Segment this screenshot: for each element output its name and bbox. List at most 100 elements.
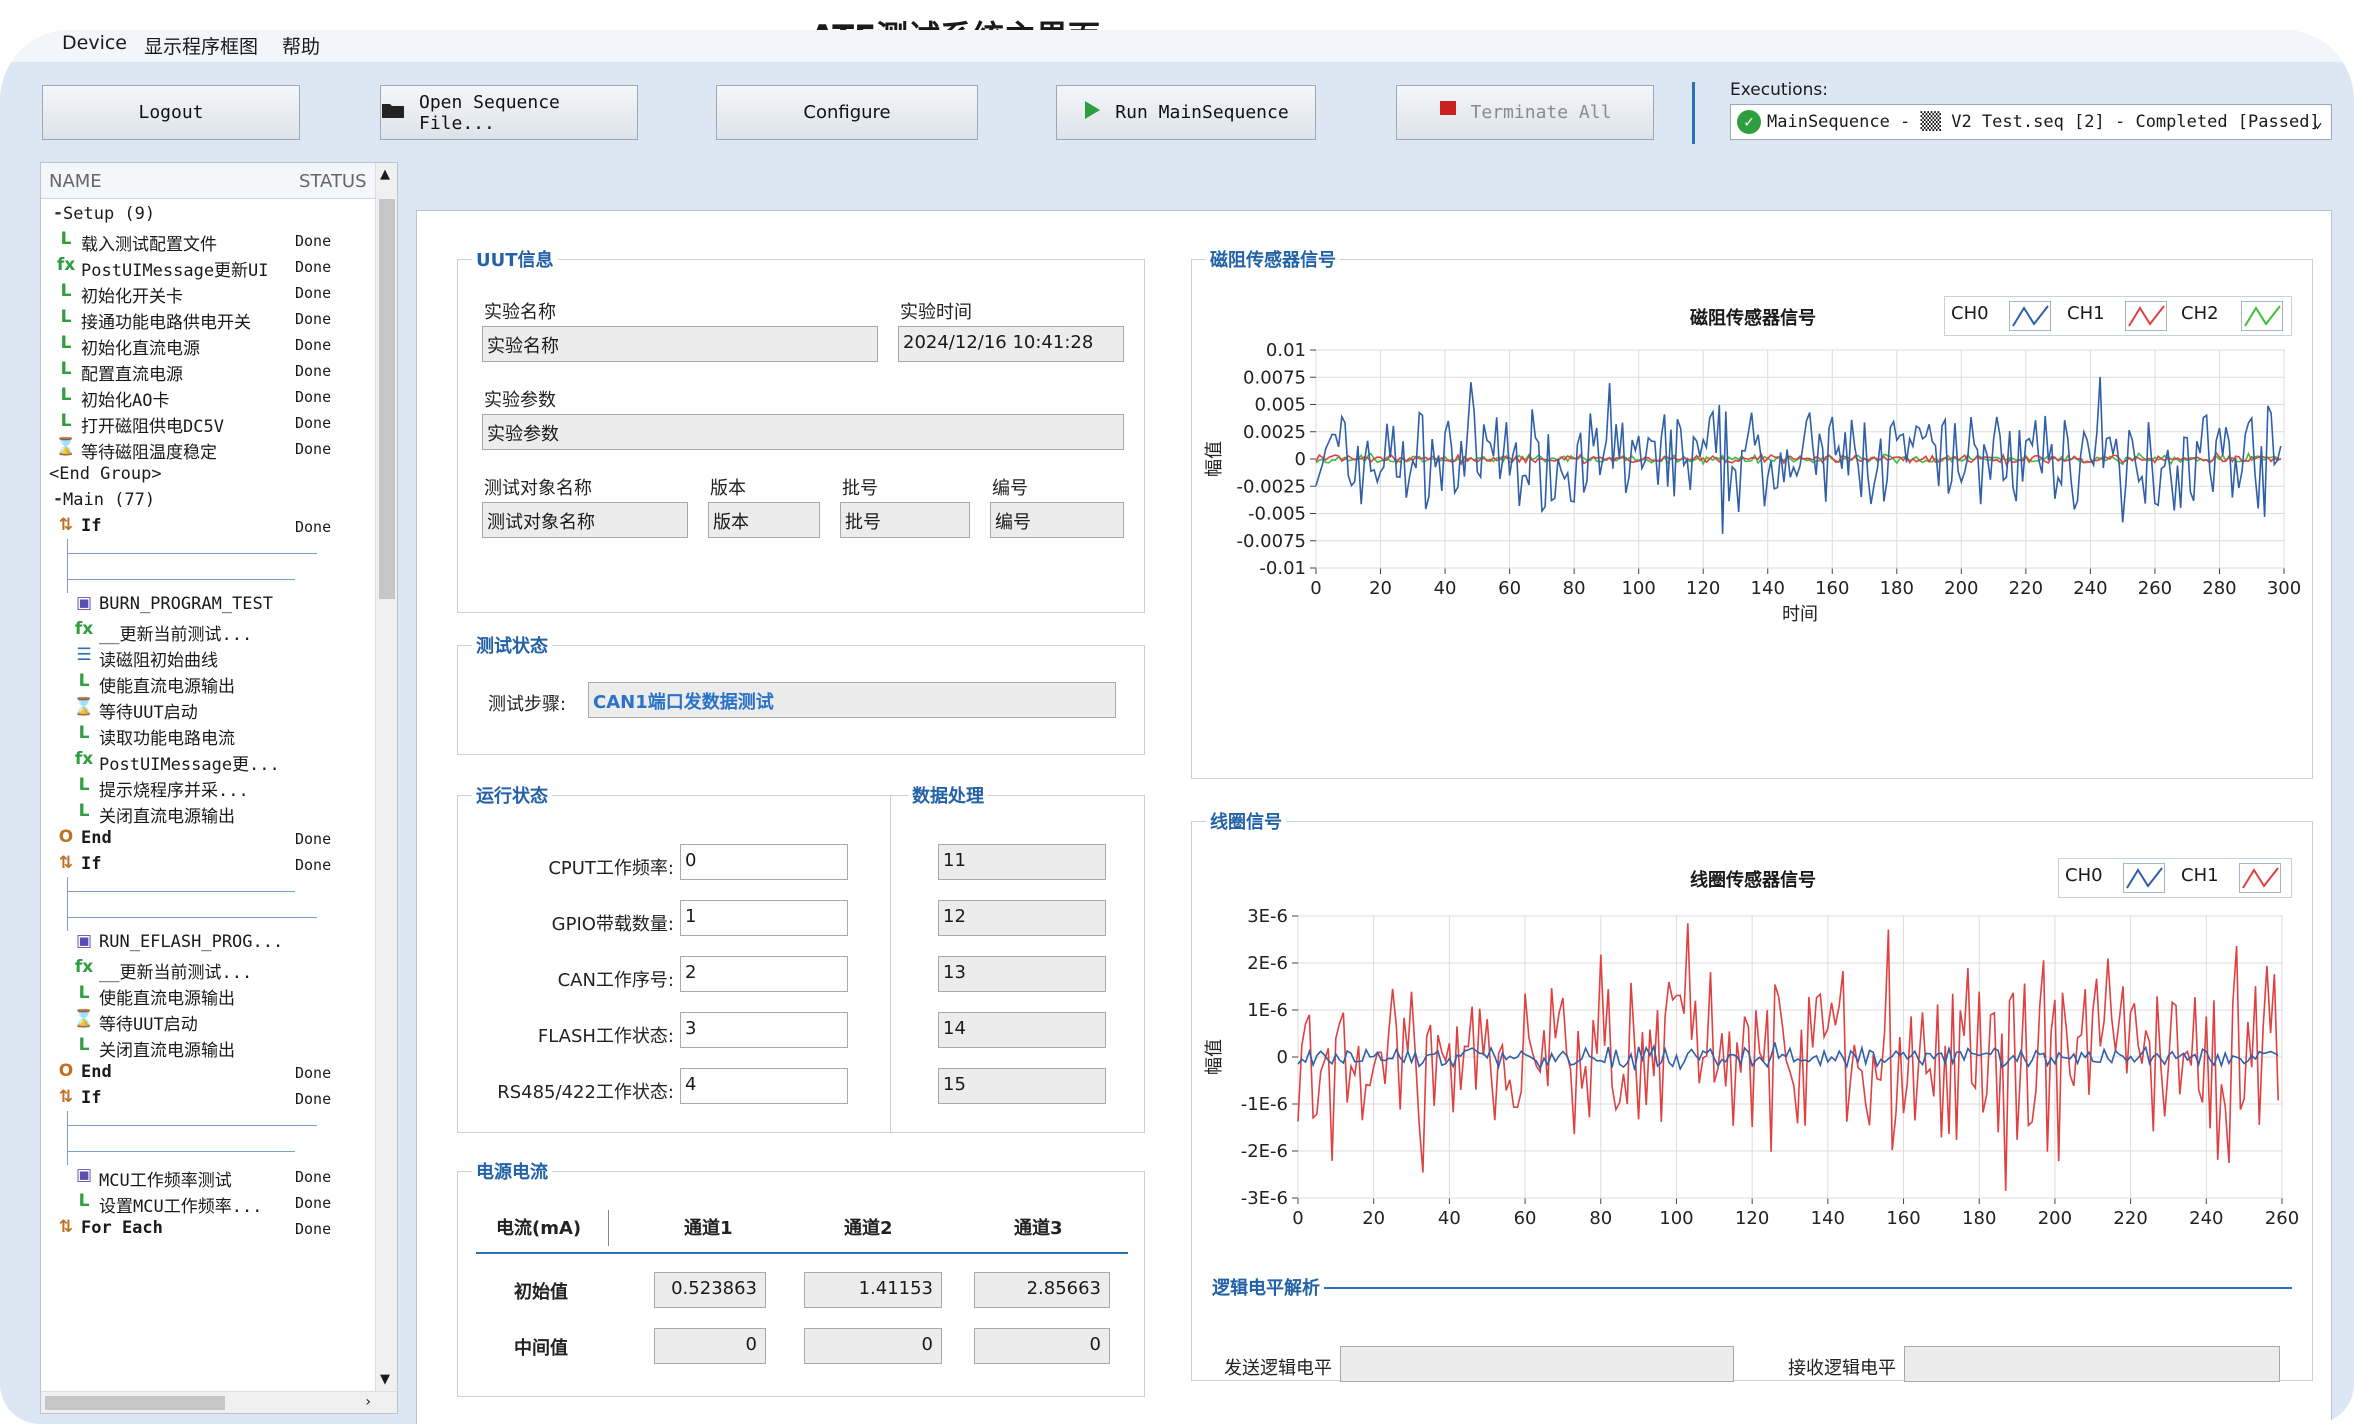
tree-line <box>67 539 68 567</box>
step-status: Done <box>295 336 332 354</box>
mag-sensor-chart[interactable]: 0 20 40 60 80 100 120 140 160 180 200 220 240 260 280 3… <box>1192 260 2312 780</box>
exp-name-field[interactable]: 实验名称 <box>482 326 878 362</box>
sequence-call-icon: ▣ <box>75 931 93 951</box>
step-status: Done <box>295 830 332 848</box>
scroll-up-icon[interactable]: ▲ <box>380 167 390 182</box>
horizontal-scrollbar[interactable]: › <box>41 1391 397 1413</box>
step-name: 初始化开关卡 <box>81 287 183 307</box>
y-tick-label: 1E-6 <box>1247 1000 1288 1021</box>
exp-time-label: 实验时间 <box>900 302 972 323</box>
power-col-2: 通道2 <box>844 1218 893 1239</box>
step-status: Done <box>295 856 332 874</box>
sequence-step[interactable]: ⇅ For Each Done <box>41 1215 377 1245</box>
x-tick-label: 160 <box>1815 578 1849 599</box>
x-tick-label: 300 <box>2267 578 2301 599</box>
run-value-4[interactable]: 4 <box>680 1068 848 1104</box>
data-value-0[interactable]: 11 <box>938 844 1106 880</box>
middle-ch2[interactable]: 0 <box>804 1328 942 1364</box>
exp-param-field[interactable]: 实验参数 <box>482 414 1124 450</box>
x-tick-label: 200 <box>1944 578 1978 599</box>
step-name: PostUIMessage更... <box>99 755 280 775</box>
y-tick-label: 0.005 <box>1254 395 1306 416</box>
data-value-4[interactable]: 15 <box>938 1068 1106 1104</box>
step-icon: L <box>78 775 90 795</box>
tree-line <box>67 1151 295 1152</box>
version-field[interactable]: 版本 <box>708 502 820 538</box>
x-axis-label: 时间 <box>1782 604 1818 625</box>
x-tick-label: 120 <box>1686 578 1720 599</box>
step-status: Done <box>295 362 332 380</box>
run-value-1[interactable]: 1 <box>680 900 848 936</box>
run-label-3: FLASH工作状态: <box>537 1026 674 1047</box>
recv-logic-field[interactable] <box>1904 1346 2280 1382</box>
test-step-field[interactable]: CAN1端口发数据测试 <box>588 682 1116 718</box>
step-name: 载入测试配置文件 <box>81 235 217 255</box>
step-status: Done <box>295 414 332 432</box>
configure-button[interactable]: Configure <box>716 85 978 140</box>
data-value-2[interactable]: 13 <box>938 956 1106 992</box>
run-mainsequence-button[interactable]: Run MainSequence <box>1056 85 1316 140</box>
y-tick-label: -1E-6 <box>1241 1094 1288 1115</box>
initial-ch2[interactable]: 1.41153 <box>804 1272 942 1308</box>
open-sequence-label: Open Sequence File... <box>419 91 560 134</box>
terminate-all-button[interactable]: Terminate All <box>1396 85 1654 140</box>
x-tick-label: 220 <box>2113 1208 2147 1229</box>
obj-name-field[interactable]: 测试对象名称 <box>482 502 688 538</box>
coil-sensor-chart[interactable]: 0 20 40 60 80 100 120 140 160 180 200 220 240 260 3E-6… <box>1192 822 2312 1232</box>
column-name-header[interactable]: NAME <box>49 171 102 192</box>
run-value-3[interactable]: 3 <box>680 1012 848 1048</box>
power-current-group: 电源电流 电流(mA) 通道1 通道2 通道3 初始值 0.523863 1.4… <box>457 1158 1145 1397</box>
exp-time-field[interactable]: 2024/12/16 10:41:28 <box>898 326 1124 362</box>
header-divider <box>608 1210 609 1246</box>
step-name: 关闭直流电源输出 <box>99 1041 235 1061</box>
menu-help[interactable]: 帮助 <box>282 32 320 59</box>
exp-param-label: 实验参数 <box>484 390 556 411</box>
exp-name-label: 实验名称 <box>484 302 556 323</box>
run-label-2: CAN工作序号: <box>557 970 674 991</box>
run-value-0[interactable]: 0 <box>680 844 848 880</box>
step-name: PostUIMessage更新UI <box>81 261 269 281</box>
send-logic-field[interactable] <box>1340 1346 1734 1382</box>
scroll-right-icon[interactable]: › <box>365 1394 371 1410</box>
run-value-2[interactable]: 2 <box>680 956 848 992</box>
uut-info-group: UUT信息 实验名称 实验名称 实验时间 2024/12/16 10:41:28… <box>457 246 1145 613</box>
test-status-title: 测试状态 <box>472 632 552 658</box>
vertical-scrollbar[interactable]: ▲ ▼ <box>375 163 397 1413</box>
column-status-header[interactable]: STATUS <box>299 171 367 192</box>
scroll-down-icon[interactable]: ▼ <box>380 1372 390 1387</box>
step-icon: L <box>60 411 72 431</box>
scrollbar-thumb[interactable] <box>45 1396 225 1410</box>
x-tick-label: 40 <box>1434 578 1457 599</box>
sequence-tree[interactable]: NAME STATUS - Setup (9) L 载入测试配置文件 Done fx Pos… <box>40 162 398 1414</box>
open-sequence-button[interactable]: Open Sequence File... <box>380 85 638 140</box>
step-icon: L <box>78 723 90 743</box>
x-tick-label: 220 <box>2009 578 2043 599</box>
step-name: 等待磁阻温度稳定 <box>81 443 217 463</box>
batch-field[interactable]: 批号 <box>840 502 970 538</box>
y-tick-label: 0 <box>1277 1047 1288 1068</box>
expression-icon: fx <box>74 957 94 977</box>
run-label-1: GPIO带载数量: <box>551 914 674 935</box>
tree-line <box>67 579 295 580</box>
chevron-down-icon[interactable]: ⌄ <box>2312 111 2323 132</box>
serial-field[interactable]: 编号 <box>990 502 1124 538</box>
executions-select[interactable]: ✓ MainSequence - ▒▒ V2 Test.seq [2] - Co… <box>1730 104 2332 140</box>
y-tick-label: -3E-6 <box>1241 1188 1288 1209</box>
data-processing-title: 数据处理 <box>908 782 988 808</box>
x-tick-label: 180 <box>1962 1208 1996 1229</box>
x-tick-label: 60 <box>1498 578 1521 599</box>
middle-ch1[interactable]: 0 <box>654 1328 766 1364</box>
middle-ch3[interactable]: 0 <box>974 1328 1110 1364</box>
menu-device[interactable]: Device <box>62 32 127 54</box>
menu-show-diagram[interactable]: 显示程序框图 <box>144 32 258 59</box>
data-value-3[interactable]: 14 <box>938 1012 1106 1048</box>
scrollbar-thumb[interactable] <box>379 199 395 599</box>
y-tick-label: -0.0075 <box>1237 531 1306 552</box>
step-name: 读取功能电路电流 <box>99 729 235 749</box>
step-status: Done <box>295 284 332 302</box>
initial-ch1[interactable]: 0.523863 <box>654 1272 766 1308</box>
initial-ch3[interactable]: 2.85663 <box>974 1272 1110 1308</box>
x-tick-label: 0 <box>1292 1208 1303 1229</box>
data-value-1[interactable]: 12 <box>938 900 1106 936</box>
logout-button[interactable]: Logout <box>42 85 300 140</box>
